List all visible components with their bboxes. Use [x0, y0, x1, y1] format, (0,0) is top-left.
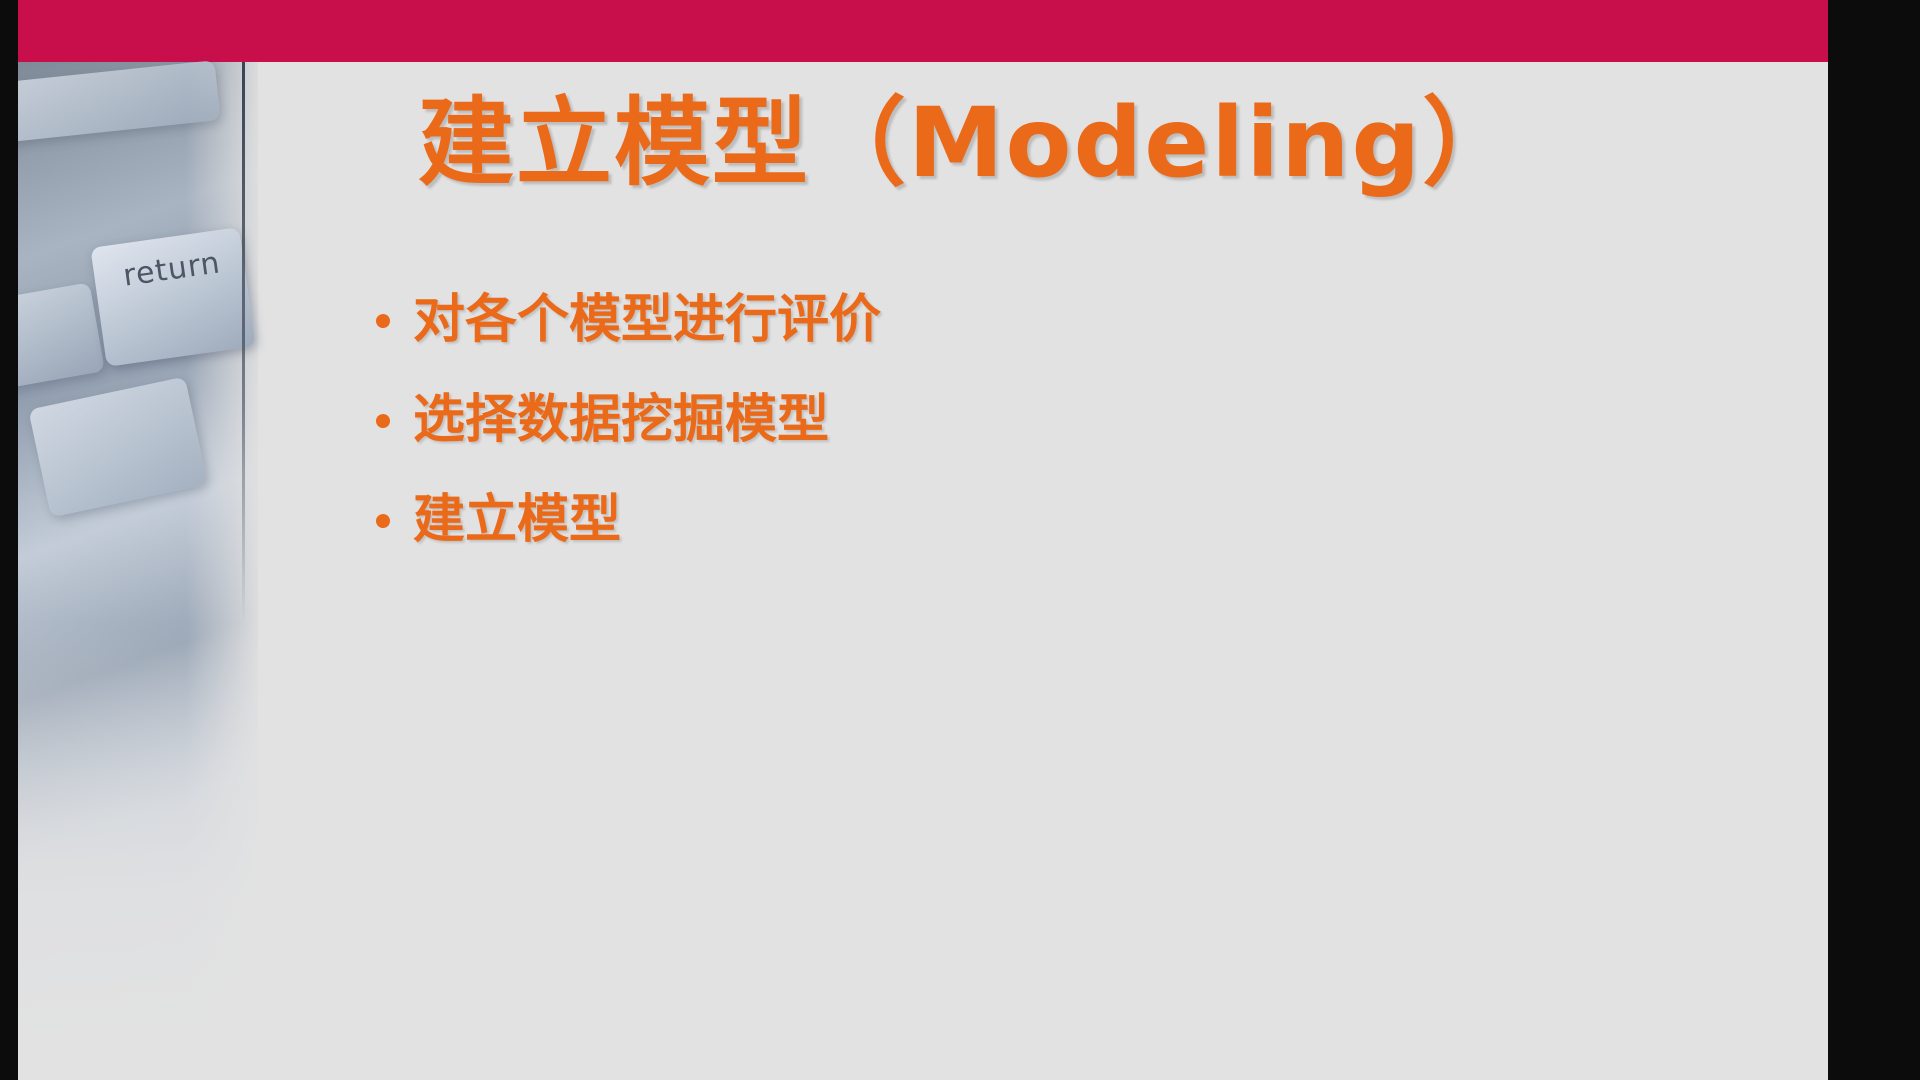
keyboard-key-shape — [18, 60, 221, 144]
presentation-slide: return 建立模型（Modeling） 对各个模型进行评价 选择数据挖掘模型… — [18, 0, 1828, 1080]
bullet-dot-icon — [376, 414, 390, 428]
bullet-item: 建立模型 — [368, 488, 881, 588]
bullet-item: 选择数据挖掘模型 — [368, 388, 881, 488]
bullet-text: 建立模型 — [413, 490, 622, 550]
keyboard-photo-decoration: return — [18, 60, 258, 1080]
screen: return 建立模型（Modeling） 对各个模型进行评价 选择数据挖掘模型… — [0, 0, 1920, 1080]
bullet-list: 对各个模型进行评价 选择数据挖掘模型 建立模型 — [368, 288, 881, 588]
bullet-text: 选择数据挖掘模型 — [413, 390, 830, 450]
side-divider-line — [242, 62, 245, 622]
return-key-shape — [90, 227, 256, 367]
bullet-item: 对各个模型进行评价 — [368, 288, 881, 388]
keyboard-key-shape — [28, 376, 208, 518]
bullet-dot-icon — [376, 314, 390, 328]
keyboard-key-shape — [18, 282, 105, 392]
slide-title: 建立模型（Modeling） — [418, 87, 1521, 199]
bullet-text: 对各个模型进行评价 — [413, 290, 882, 350]
bullet-dot-icon — [376, 514, 390, 528]
top-accent-bar — [18, 0, 1828, 62]
